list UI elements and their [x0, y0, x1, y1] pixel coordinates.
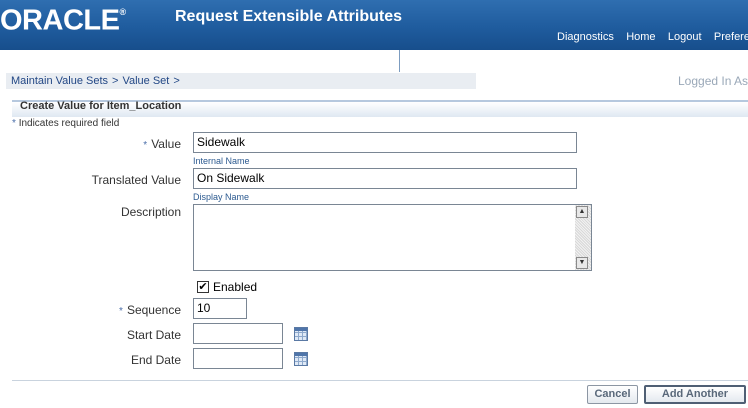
end-date-input[interactable]: [193, 348, 283, 369]
breadcrumb: Maintain Value Sets > Value Set >: [11, 75, 184, 87]
start-date-label: Start Date: [126, 328, 181, 342]
app-title: Request Extensible Attributes: [175, 8, 403, 25]
header-divider: [399, 50, 400, 72]
sequence-label-text: Sequence: [126, 303, 181, 317]
required-note-text: Indicates required field: [18, 118, 120, 129]
start-date-input[interactable]: [193, 323, 283, 344]
sequence-label: * Sequence: [119, 303, 181, 317]
translated-value-label: Translated Value: [91, 173, 181, 187]
section-title: Create Value for Item_Location: [20, 100, 182, 112]
breadcrumb-maintain-value-sets[interactable]: Maintain Value Sets: [11, 75, 108, 87]
required-star: *: [12, 118, 16, 129]
value-hint: Internal Name: [193, 156, 250, 166]
logo-text: ORACLE: [0, 4, 120, 37]
add-another-button[interactable]: Add Another: [644, 385, 746, 404]
description-label: Description: [120, 205, 181, 219]
scroll-up-icon[interactable]: ▲: [576, 206, 588, 218]
required-star: *: [143, 140, 148, 151]
breadcrumb-separator: >: [173, 75, 180, 87]
value-input[interactable]: Sidewalk: [193, 132, 577, 153]
breadcrumb-separator: >: [112, 75, 119, 87]
sequence-input[interactable]: 10: [193, 298, 247, 319]
required-star: *: [119, 306, 123, 317]
translated-value-hint: Display Name: [193, 192, 250, 202]
footer-divider: [12, 380, 748, 381]
end-date-label: End Date: [130, 353, 181, 367]
cancel-button[interactable]: Cancel: [587, 385, 638, 404]
nav-logout-link[interactable]: Logout: [668, 31, 702, 43]
oracle-logo: ORACLE®: [0, 1, 126, 36]
enabled-label: Enabled: [213, 280, 258, 294]
enabled-checkbox[interactable]: ✔: [197, 281, 209, 293]
nav-preferences-link[interactable]: Preferences: [714, 31, 748, 43]
global-nav: Diagnostics Home Logout Preferences: [557, 29, 748, 43]
logo-registered-mark: ®: [119, 7, 126, 17]
logged-in-status: Logged In As: [678, 74, 748, 88]
nav-home-link[interactable]: Home: [626, 31, 655, 43]
start-date-calendar-icon[interactable]: [294, 327, 308, 341]
nav-diagnostics-link[interactable]: Diagnostics: [557, 31, 614, 43]
breadcrumb-value-set[interactable]: Value Set: [122, 75, 169, 87]
value-label-text: Value: [151, 137, 181, 151]
description-scrollbar[interactable]: ▲ ▼: [575, 205, 591, 270]
value-label: * Value: [143, 137, 181, 151]
scroll-down-icon[interactable]: ▼: [576, 257, 588, 269]
required-note: * Indicates required field: [12, 118, 119, 129]
description-textarea[interactable]: ▲ ▼: [193, 204, 592, 271]
end-date-calendar-icon[interactable]: [294, 352, 308, 366]
global-header: ORACLE® Request Extensible Attributes Di…: [0, 0, 748, 50]
translated-value-input[interactable]: On Sidewalk: [193, 168, 577, 189]
